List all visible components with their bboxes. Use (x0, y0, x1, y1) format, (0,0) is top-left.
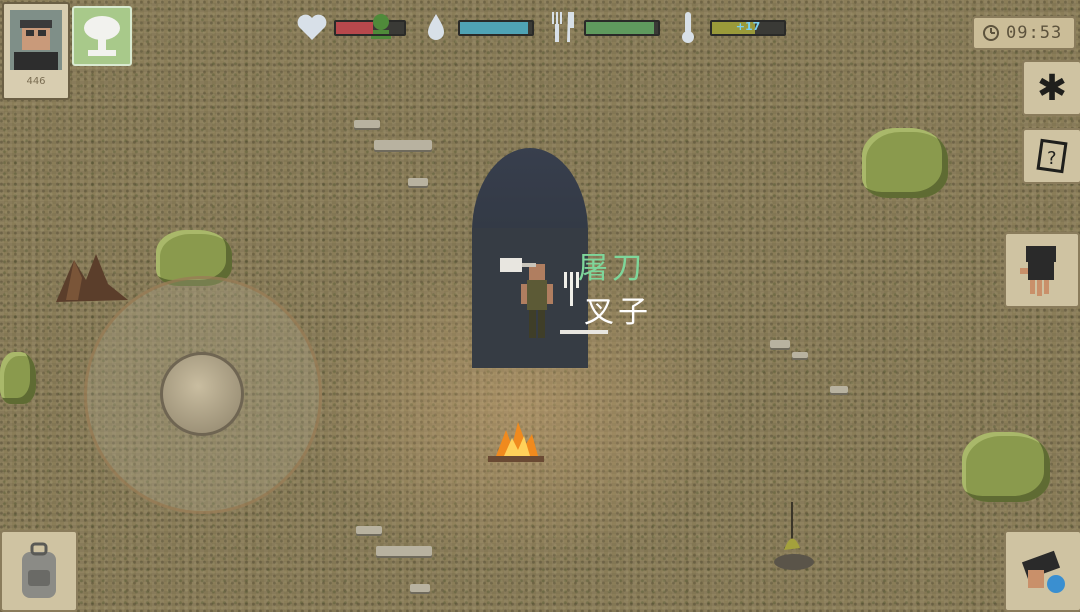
score-value: 446 (26, 76, 46, 87)
item-label-cleaver: 屠刀 (578, 251, 646, 286)
game-clock: 09:53 (972, 16, 1076, 50)
rock (354, 120, 380, 128)
gloved-hand-icon (1020, 246, 1056, 296)
skull-radiation-icon (371, 14, 391, 39)
mushroom-cloud-icon (84, 16, 120, 56)
heart-icon (297, 14, 327, 40)
weapon-hand-icon (1021, 550, 1065, 593)
stump-icon (56, 254, 128, 302)
water-drop-icon (428, 14, 444, 40)
character-portrait-card[interactable]: 446 (2, 2, 70, 100)
rock (356, 526, 382, 534)
rock (374, 140, 432, 150)
clock-icon (983, 25, 999, 41)
interact-hand-button[interactable] (1004, 232, 1080, 308)
hunger-bar (584, 20, 660, 36)
rock (792, 352, 808, 358)
item-label-fork: 叉子 (584, 295, 652, 330)
mushroom-cloud-badge[interactable] (72, 6, 132, 66)
sapling-icon (774, 502, 814, 570)
cleaver-icon (500, 258, 536, 272)
attack-button[interactable] (1004, 530, 1080, 612)
gear-icon: ✱ (1036, 67, 1068, 109)
inventory-backpack-button[interactable] (0, 530, 78, 612)
bush (0, 352, 36, 404)
settings-button[interactable]: ✱ (1022, 60, 1080, 116)
bush (962, 432, 1050, 502)
rock (770, 340, 790, 348)
fork-knife-icon (552, 12, 574, 42)
thirst-bar (458, 20, 534, 36)
thermometer-icon (682, 12, 694, 43)
notebook-question-icon: ? (1036, 138, 1068, 174)
clock-time: 09:53 (1006, 23, 1063, 43)
bush (862, 128, 948, 198)
backpack-icon (22, 542, 56, 598)
temperature-value: +17 (735, 20, 761, 33)
campfire-icon[interactable] (484, 420, 548, 468)
rock (410, 584, 430, 592)
rock (376, 546, 432, 556)
tool-handle (560, 330, 608, 334)
quests-button[interactable]: ? (1022, 128, 1080, 184)
rock (830, 386, 848, 393)
svg-text:?: ? (1047, 148, 1057, 169)
temperature-bar: +17 (710, 20, 786, 36)
avatar (10, 10, 62, 70)
rock (408, 178, 428, 186)
joystick-knob[interactable] (160, 352, 244, 436)
